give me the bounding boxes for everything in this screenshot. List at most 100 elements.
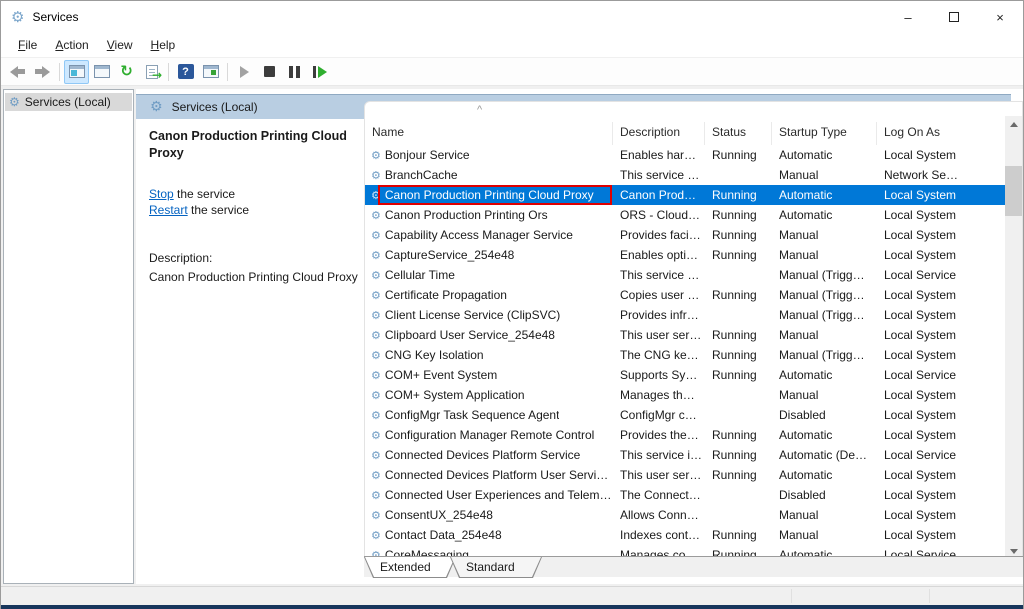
tree-item-services-local[interactable]: ⚙ Services (Local) <box>5 93 132 111</box>
table-row[interactable]: ⚙Client License Service (ClipSVC)Provide… <box>365 305 1022 325</box>
service-logon-cell: Local System <box>877 505 1007 525</box>
table-row[interactable]: ⚙Connected User Experiences and Telem…Th… <box>365 485 1022 505</box>
table-row[interactable]: ⚙COM+ System ApplicationManages th…Manua… <box>365 385 1022 405</box>
service-name-cell: ⚙Contact Data_254e48 <box>365 525 613 545</box>
service-gear-icon: ⚙ <box>371 210 381 221</box>
action-pane-icon <box>203 65 219 78</box>
properties-button[interactable] <box>89 60 114 84</box>
stop-service-button[interactable] <box>257 60 282 84</box>
service-description-cell: Provides faci… <box>613 225 705 245</box>
table-row[interactable]: ⚙CaptureService_254e48Enables opti…Runni… <box>365 245 1022 265</box>
scroll-down-icon <box>1010 549 1018 554</box>
forward-button[interactable] <box>30 60 55 84</box>
service-gear-icon: ⚙ <box>371 370 381 381</box>
table-row[interactable]: ⚙Clipboard User Service_254e48This user … <box>365 325 1022 345</box>
pause-service-button[interactable] <box>282 60 307 84</box>
column-header-log-on-as[interactable]: Log On As <box>877 122 1007 145</box>
table-row[interactable]: ⚙Capability Access Manager ServiceProvid… <box>365 225 1022 245</box>
stop-service-link[interactable]: Stop <box>149 187 174 201</box>
tree-item-label: Services (Local) <box>25 95 111 109</box>
table-row[interactable]: ⚙Contact Data_254e48Indexes cont…Running… <box>365 525 1022 545</box>
play-icon <box>240 66 249 78</box>
service-startup-cell: Automatic <box>772 205 877 225</box>
back-button[interactable] <box>5 60 30 84</box>
refresh-button[interactable]: ↻ <box>114 60 139 84</box>
table-row[interactable]: ⚙CNG Key IsolationThe CNG ke…RunningManu… <box>365 345 1022 365</box>
restart-service-text: the service <box>188 203 249 217</box>
table-row[interactable]: ⚙ConsentUX_254e48Allows Conn…ManualLocal… <box>365 505 1022 525</box>
service-gear-icon: ⚙ <box>371 270 381 281</box>
column-header-description[interactable]: Description <box>613 122 705 145</box>
service-description-cell: Enables opti… <box>613 245 705 265</box>
help-button[interactable]: ? <box>173 60 198 84</box>
scroll-up-button[interactable] <box>1005 116 1022 133</box>
service-name-cell: ⚙COM+ System Application <box>365 385 613 405</box>
export-list-button[interactable]: → <box>139 60 164 84</box>
service-status-cell <box>705 305 772 325</box>
service-logon-cell: Local Service <box>877 365 1007 385</box>
menu-file[interactable]: File <box>9 35 46 55</box>
table-row[interactable]: ⚙BranchCacheThis service …ManualNetwork … <box>365 165 1022 185</box>
show-console-tree-button[interactable] <box>64 60 89 84</box>
vertical-scrollbar[interactable] <box>1005 116 1022 560</box>
scrollbar-thumb[interactable] <box>1005 166 1022 216</box>
services-node-icon: ⚙ <box>9 96 20 108</box>
close-button[interactable]: × <box>977 1 1023 33</box>
table-row[interactable]: ⚙Bonjour ServiceEnables har…RunningAutom… <box>365 145 1022 165</box>
service-logon-cell: Local System <box>877 305 1007 325</box>
service-description-cell: This service … <box>613 265 705 285</box>
service-name-cell: ⚙ConfigMgr Task Sequence Agent <box>365 405 613 425</box>
export-arrow-icon: → <box>152 69 162 81</box>
table-row[interactable]: ⚙Canon Production Printing Cloud ProxyCa… <box>365 185 1022 205</box>
service-status-cell: Running <box>705 465 772 485</box>
service-status-cell <box>705 265 772 285</box>
service-startup-cell: Manual <box>772 385 877 405</box>
table-row[interactable]: ⚙Cellular TimeThis service …Manual (Trig… <box>365 265 1022 285</box>
column-header-status[interactable]: Status <box>705 122 772 145</box>
service-startup-cell: Manual <box>772 245 877 265</box>
minimize-button[interactable]: – <box>885 1 931 33</box>
restart-service-button[interactable] <box>307 60 332 84</box>
selected-service-title: Canon Production Printing Cloud Proxy <box>149 128 349 162</box>
table-row[interactable]: ⚙Configuration Manager Remote ControlPro… <box>365 425 1022 445</box>
services-window: ⚙ Services – × FileActionViewHelp ↻ → <box>0 0 1024 609</box>
restart-icon <box>313 66 327 78</box>
service-status-cell: Running <box>705 205 772 225</box>
pane-header-gear-icon: ⚙ <box>150 100 163 114</box>
table-row[interactable]: ⚙Connected Devices Platform ServiceThis … <box>365 445 1022 465</box>
toolbar-separator <box>59 63 60 81</box>
tab-extended[interactable]: Extended <box>364 557 456 578</box>
toolbar: ↻ → ? <box>1 58 1023 86</box>
menu-help[interactable]: Help <box>142 35 185 55</box>
service-logon-cell: Local Service <box>877 265 1007 285</box>
table-row[interactable]: ⚙Canon Production Printing OrsORS - Clou… <box>365 205 1022 225</box>
menu-action[interactable]: Action <box>46 35 97 55</box>
restart-service-link[interactable]: Restart <box>149 203 188 217</box>
scroll-up-icon <box>1010 122 1018 127</box>
statusbar-divider <box>791 589 792 603</box>
service-name-cell: ⚙Connected User Experiences and Telem… <box>365 485 613 505</box>
column-header-name[interactable]: Name <box>365 122 613 145</box>
service-gear-icon: ⚙ <box>371 290 381 301</box>
start-service-button[interactable] <box>232 60 257 84</box>
service-logon-cell: Local System <box>877 205 1007 225</box>
show-action-pane-button[interactable] <box>198 60 223 84</box>
service-description-cell: This user ser… <box>613 465 705 485</box>
sort-ascending-icon: ^ <box>477 104 482 116</box>
table-row[interactable]: ⚙COM+ Event SystemSupports Sy…RunningAut… <box>365 365 1022 385</box>
service-logon-cell: Network Se… <box>877 165 1007 185</box>
menu-view[interactable]: View <box>98 35 142 55</box>
table-row[interactable]: ⚙Connected Devices Platform User Servi…T… <box>365 465 1022 485</box>
table-row[interactable]: ⚙ConfigMgr Task Sequence AgentConfigMgr … <box>365 405 1022 425</box>
maximize-button[interactable] <box>931 1 977 33</box>
view-tabs: Extended Standard <box>364 556 1023 577</box>
table-row[interactable]: ⚙Certificate PropagationCopies user …Run… <box>365 285 1022 305</box>
service-detail-panel: Canon Production Printing Cloud Proxy St… <box>149 122 359 285</box>
tab-standard[interactable]: Standard <box>450 557 542 578</box>
service-startup-cell: Automatic <box>772 365 877 385</box>
service-name-cell: ⚙CNG Key Isolation <box>365 345 613 365</box>
service-startup-cell: Manual (Trigg… <box>772 305 877 325</box>
column-header-startup-type[interactable]: Startup Type <box>772 122 877 145</box>
service-logon-cell: Local System <box>877 145 1007 165</box>
stop-icon <box>264 66 275 77</box>
